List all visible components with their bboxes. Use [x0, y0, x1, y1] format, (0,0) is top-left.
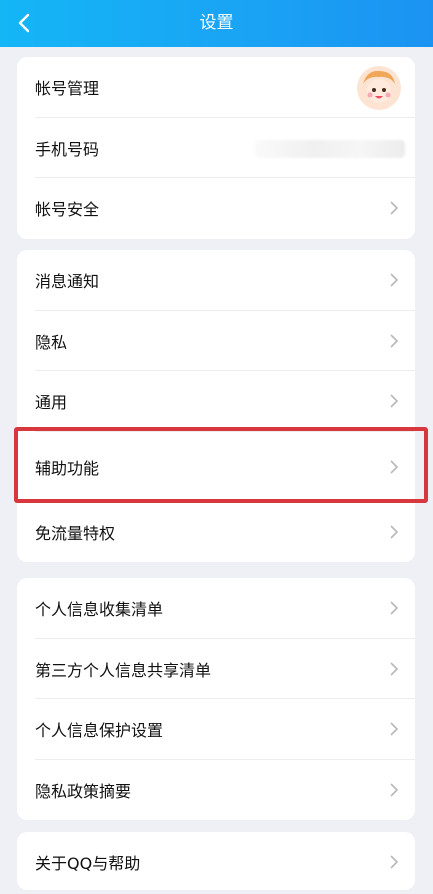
avatar [357, 66, 401, 110]
account-security-item[interactable]: 帐号安全 [17, 178, 415, 239]
item-label: 辅助功能 [35, 458, 100, 478]
privacy-item[interactable]: 隐私 [17, 311, 415, 371]
chevron-right-icon [390, 782, 399, 797]
item-label: 手机号码 [35, 139, 100, 159]
general-item[interactable]: 通用 [17, 371, 415, 432]
chevron-right-icon [390, 601, 399, 615]
about-group: 关于QQ与帮助 [17, 832, 415, 890]
item-label: 第三方个人信息共享清单 [35, 660, 212, 680]
item-label: 个人信息收集清单 [35, 600, 164, 620]
chevron-right-icon [390, 333, 399, 348]
about-qq-help-item[interactable]: 关于QQ与帮助 [17, 832, 415, 890]
item-label: 免流量特权 [35, 523, 116, 543]
free-data-privilege-item[interactable]: 免流量特权 [17, 502, 415, 563]
personal-info-collection-item[interactable]: 个人信息收集清单 [17, 578, 415, 639]
chevron-right-icon [390, 855, 399, 869]
item-label: 帐号安全 [35, 200, 100, 220]
third-party-sharing-item[interactable]: 第三方个人信息共享清单 [17, 639, 415, 699]
settings-group: 消息通知 隐私 通用 辅助功能 免流量特权 [17, 250, 415, 562]
page-title: 设置 [199, 13, 234, 33]
item-label: 帐号管理 [35, 79, 100, 99]
chevron-right-icon [390, 722, 399, 736]
personal-info-protection-item[interactable]: 个人信息保护设置 [17, 699, 415, 760]
chevron-right-icon [390, 459, 399, 474]
item-label: 通用 [35, 393, 68, 413]
account-group: 帐号管理 手机号码 帐号安全 [17, 57, 415, 239]
chevron-right-icon [390, 394, 399, 408]
nav-bar: 设置 [0, 0, 433, 47]
item-label: 消息通知 [35, 272, 100, 292]
phone-number-item[interactable]: 手机号码 [17, 118, 415, 178]
privacy-policy-summary-item[interactable]: 隐私政策摘要 [17, 760, 415, 821]
chevron-right-icon [390, 273, 399, 287]
item-label: 关于QQ与帮助 [35, 854, 141, 874]
chevron-right-icon [390, 201, 399, 215]
personal-info-group: 个人信息收集清单 第三方个人信息共享清单 个人信息保护设置 隐私政策摘要 [17, 578, 415, 820]
chevron-right-icon [390, 524, 399, 539]
item-label: 隐私 [35, 332, 68, 352]
account-management-item[interactable]: 帐号管理 [17, 57, 415, 118]
phone-number-value [255, 139, 405, 158]
item-label: 个人信息保护设置 [35, 721, 164, 741]
item-label: 隐私政策摘要 [35, 781, 132, 801]
accessibility-item[interactable]: 辅助功能 [17, 432, 415, 502]
message-notification-item[interactable]: 消息通知 [17, 250, 415, 311]
chevron-right-icon [390, 661, 399, 676]
